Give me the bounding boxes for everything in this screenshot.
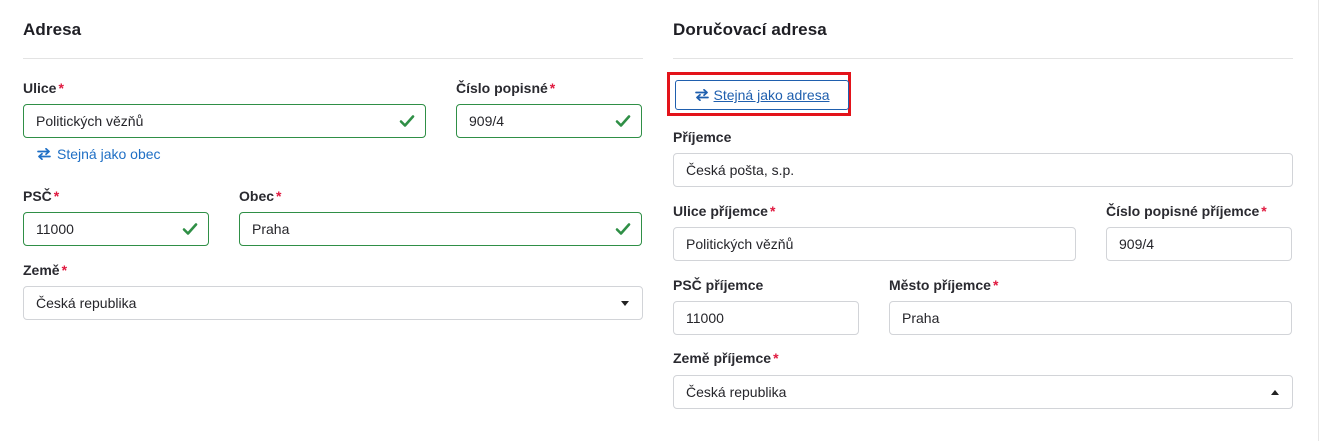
recipient-zip-input-value: 11000 bbox=[686, 310, 724, 326]
recipient-input[interactable]: Česká pošta, s.p. bbox=[673, 153, 1293, 187]
address-section-title: Adresa bbox=[23, 20, 82, 39]
recipient-country-select[interactable]: Česká republika bbox=[673, 375, 1293, 409]
city-input-value: Praha bbox=[252, 221, 290, 237]
recipient-label: Příjemce bbox=[673, 129, 732, 145]
same-as-address-button[interactable]: Stejná jako adresa bbox=[675, 80, 849, 110]
required-mark: * bbox=[549, 80, 556, 96]
recipient-input-value: Česká pošta, s.p. bbox=[686, 162, 795, 178]
house-number-label: Číslo popisné * bbox=[456, 80, 556, 96]
swap-arrows-icon bbox=[694, 89, 709, 101]
required-mark: * bbox=[773, 350, 779, 366]
recipient-house-number-input-value: 909/4 bbox=[1119, 236, 1155, 252]
required-mark: * bbox=[769, 203, 776, 219]
zip-input[interactable]: 11000 bbox=[23, 212, 209, 246]
valid-check-icon bbox=[615, 115, 631, 127]
same-as-city-link[interactable]: Stejná jako obec bbox=[37, 146, 161, 162]
recipient-country-label: Země příjemce * bbox=[673, 350, 779, 366]
recipient-country-select-value: Česká republika bbox=[686, 384, 787, 400]
recipient-house-number-label: Číslo popisné příjemce * bbox=[1106, 203, 1267, 219]
delivery-section-divider bbox=[673, 58, 1293, 59]
recipient-city-input[interactable]: Praha bbox=[889, 301, 1292, 335]
city-input[interactable]: Praha bbox=[239, 212, 642, 246]
address-section-divider bbox=[23, 58, 643, 59]
recipient-zip-input[interactable]: 11000 bbox=[673, 301, 859, 335]
street-input-value: Politických vězňů bbox=[36, 113, 144, 129]
caret-down-icon bbox=[621, 301, 629, 306]
valid-check-icon bbox=[182, 223, 198, 235]
same-as-city-link-label: Stejná jako obec bbox=[57, 146, 161, 162]
recipient-city-label: Město příjemce * bbox=[889, 277, 999, 293]
required-mark: * bbox=[58, 80, 64, 96]
right-divider bbox=[1318, 0, 1319, 441]
street-label: Ulice * bbox=[23, 80, 64, 96]
recipient-city-input-value: Praha bbox=[902, 310, 940, 326]
country-select-value: Česká republika bbox=[36, 295, 137, 311]
valid-check-icon bbox=[399, 115, 415, 127]
valid-check-icon bbox=[615, 223, 631, 235]
delivery-section-title: Doručovací adresa bbox=[673, 20, 827, 39]
house-number-input-value: 909/4 bbox=[469, 113, 505, 129]
recipient-house-number-input[interactable]: 909/4 bbox=[1106, 227, 1292, 261]
house-number-input[interactable]: 909/4 bbox=[456, 104, 642, 138]
required-mark: * bbox=[61, 262, 68, 278]
country-select[interactable]: Česká republika bbox=[23, 286, 643, 320]
required-mark: * bbox=[992, 277, 999, 293]
street-input[interactable]: Politických vězňů bbox=[23, 104, 426, 138]
recipient-street-input[interactable]: Politických vězňů bbox=[673, 227, 1076, 261]
recipient-street-input-value: Politických vězňů bbox=[686, 236, 794, 252]
same-as-address-button-label: Stejná jako adresa bbox=[713, 87, 830, 103]
recipient-street-label: Ulice příjemce * bbox=[673, 203, 776, 219]
caret-up-icon bbox=[1271, 390, 1279, 395]
required-mark: * bbox=[1261, 203, 1267, 219]
swap-arrows-icon bbox=[37, 148, 51, 160]
zip-label: PSČ * bbox=[23, 188, 60, 204]
recipient-zip-label: PSČ příjemce bbox=[673, 277, 764, 293]
required-mark: * bbox=[53, 188, 60, 204]
required-mark: * bbox=[276, 188, 282, 204]
zip-input-value: 11000 bbox=[36, 221, 74, 237]
city-label: Obec * bbox=[239, 188, 282, 204]
country-label: Země * bbox=[23, 262, 68, 278]
